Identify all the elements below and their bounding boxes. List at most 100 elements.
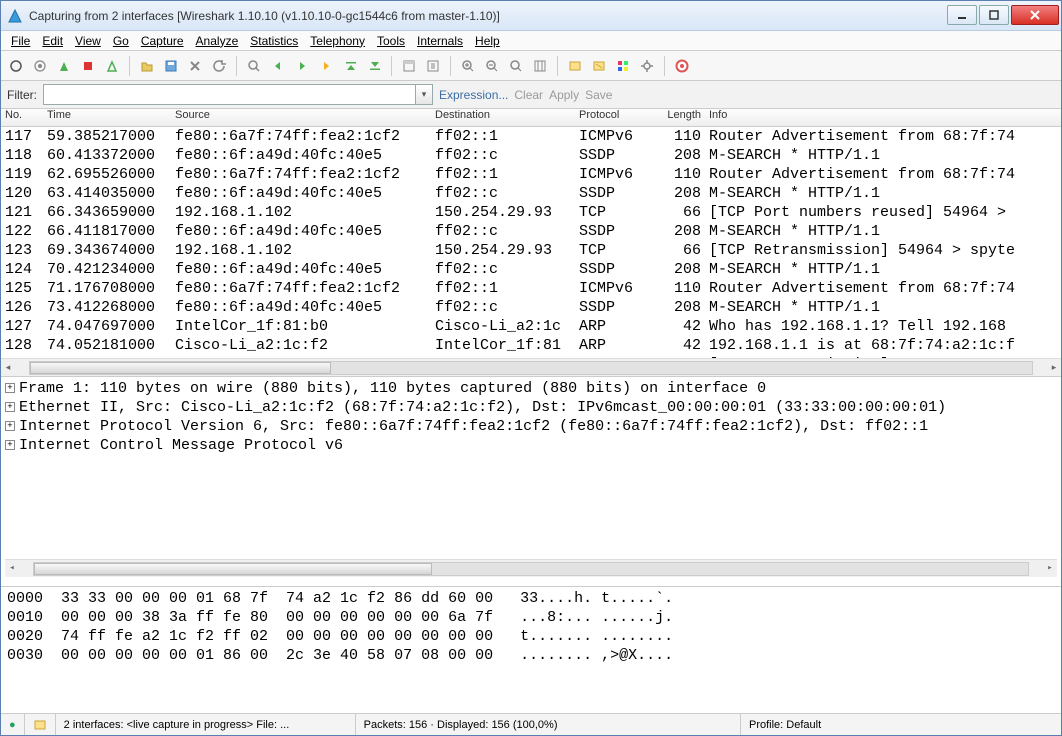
close-file-icon[interactable]	[184, 55, 206, 77]
scroll-track[interactable]	[33, 562, 1029, 576]
go-to-packet-icon[interactable]	[315, 55, 337, 77]
status-expert-icon[interactable]	[25, 714, 56, 735]
table-row[interactable]: 12571.176708000fe80::6a7f:74ff:fea2:1cf2…	[1, 279, 1061, 298]
expand-icon[interactable]: +	[5, 421, 15, 431]
scroll-left-icon[interactable]: ◂	[5, 562, 19, 576]
col-header-destination[interactable]: Destination	[431, 109, 575, 126]
table-row[interactable]: 11962.695526000fe80::6a7f:74ff:fea2:1cf2…	[1, 165, 1061, 184]
reload-file-icon[interactable]	[208, 55, 230, 77]
col-header-info[interactable]: Info	[705, 109, 1061, 126]
col-header-source[interactable]: Source	[171, 109, 431, 126]
zoom-100-icon[interactable]	[505, 55, 527, 77]
scroll-thumb[interactable]	[30, 362, 331, 374]
filter-save-button[interactable]: Save	[585, 88, 612, 102]
go-first-icon[interactable]	[339, 55, 361, 77]
expand-icon[interactable]: +	[5, 440, 15, 450]
cell-destination: ff02::1	[431, 279, 575, 298]
table-row[interactable]: 12063.414035000fe80::6f:a49d:40fc:40e5ff…	[1, 184, 1061, 203]
table-row[interactable]: 12470.421234000fe80::6f:a49d:40fc:40e5ff…	[1, 260, 1061, 279]
find-icon[interactable]	[243, 55, 265, 77]
cell-no: 128	[1, 336, 43, 355]
table-row[interactable]: 12673.412268000fe80::6f:a49d:40fc:40e5ff…	[1, 298, 1061, 317]
filter-input[interactable]	[43, 84, 415, 105]
col-header-length[interactable]: Length	[649, 109, 705, 126]
expand-icon[interactable]: +	[5, 383, 15, 393]
menu-edit[interactable]: Edit	[36, 34, 69, 48]
filter-dropdown-button[interactable]: ▾	[415, 84, 433, 105]
cell-time: 71.176708000	[43, 279, 171, 298]
capture-filters-icon[interactable]	[564, 55, 586, 77]
packet-list-body[interactable]: 11759.385217000fe80::6a7f:74ff:fea2:1cf2…	[1, 127, 1061, 358]
filter-apply-button[interactable]: Apply	[549, 88, 579, 102]
packet-list-scrollbar[interactable]: ◂ ▸	[1, 358, 1061, 376]
menu-file[interactable]: File	[5, 34, 36, 48]
table-row[interactable]: 11860.413372000fe80::6f:a49d:40fc:40e5ff…	[1, 146, 1061, 165]
filter-clear-button[interactable]: Clear	[514, 88, 543, 102]
auto-scroll-icon[interactable]	[422, 55, 444, 77]
go-forward-icon[interactable]	[291, 55, 313, 77]
status-profile[interactable]: Profile: Default	[741, 714, 1061, 735]
scroll-left-icon[interactable]: ◂	[1, 361, 15, 375]
stop-capture-icon[interactable]	[77, 55, 99, 77]
cell-destination: IntelCor_1f:81	[431, 336, 575, 355]
scroll-track[interactable]	[29, 361, 1033, 375]
menu-tools[interactable]: Tools	[371, 34, 411, 48]
cell-no: 123	[1, 241, 43, 260]
display-filters-icon[interactable]	[588, 55, 610, 77]
colorize-icon[interactable]	[398, 55, 420, 77]
col-header-no[interactable]: No.	[1, 109, 43, 126]
menu-view[interactable]: View	[69, 34, 107, 48]
filter-expression-button[interactable]: Expression...	[439, 88, 508, 102]
table-row[interactable]: 12874.052181000Cisco-Li_a2:1c:f2IntelCor…	[1, 336, 1061, 355]
details-row[interactable]: +Internet Control Message Protocol v6	[5, 436, 1057, 455]
table-row[interactable]: 12369.343674000192.168.1.102150.254.29.9…	[1, 241, 1061, 260]
interfaces-icon[interactable]	[5, 55, 27, 77]
menu-internals[interactable]: Internals	[411, 34, 469, 48]
preferences-icon[interactable]	[636, 55, 658, 77]
help-icon[interactable]	[671, 55, 693, 77]
col-header-time[interactable]: Time	[43, 109, 171, 126]
options-icon[interactable]	[29, 55, 51, 77]
go-last-icon[interactable]	[363, 55, 385, 77]
open-file-icon[interactable]	[136, 55, 158, 77]
restart-capture-icon[interactable]	[101, 55, 123, 77]
save-file-icon[interactable]	[160, 55, 182, 77]
packet-details-pane[interactable]: +Frame 1: 110 bytes on wire (880 bits), …	[1, 377, 1061, 587]
zoom-out-icon[interactable]	[481, 55, 503, 77]
table-row[interactable]: 12166.343659000192.168.1.102150.254.29.9…	[1, 203, 1061, 222]
menu-go[interactable]: Go	[107, 34, 135, 48]
scroll-right-icon[interactable]: ▸	[1043, 562, 1057, 576]
expand-icon[interactable]: +	[5, 402, 15, 412]
coloring-rules-icon[interactable]	[612, 55, 634, 77]
details-row[interactable]: +Frame 1: 110 bytes on wire (880 bits), …	[5, 379, 1057, 398]
close-button[interactable]	[1011, 5, 1059, 25]
cell-protocol: ARP	[575, 317, 649, 336]
table-row[interactable]: 12266.411817000fe80::6f:a49d:40fc:40e5ff…	[1, 222, 1061, 241]
col-header-protocol[interactable]: Protocol	[575, 109, 649, 126]
go-back-icon[interactable]	[267, 55, 289, 77]
menu-analyze[interactable]: Analyze	[190, 34, 245, 48]
zoom-in-icon[interactable]	[457, 55, 479, 77]
menu-capture[interactable]: Capture	[135, 34, 190, 48]
maximize-button[interactable]	[979, 5, 1009, 25]
start-capture-icon[interactable]	[53, 55, 75, 77]
resize-columns-icon[interactable]	[529, 55, 551, 77]
details-scrollbar[interactable]: ◂ ▸	[5, 559, 1057, 577]
cell-length: 110	[649, 165, 705, 184]
details-row[interactable]: +Ethernet II, Src: Cisco-Li_a2:1c:f2 (68…	[5, 398, 1057, 417]
details-row[interactable]: +Internet Protocol Version 6, Src: fe80:…	[5, 417, 1057, 436]
window-title: Capturing from 2 interfaces [Wireshark 1…	[29, 9, 945, 23]
cell-info: M-SEARCH * HTTP/1.1	[705, 298, 1061, 317]
menu-help[interactable]: Help	[469, 34, 506, 48]
menu-telephony[interactable]: Telephony	[304, 34, 371, 48]
menu-statistics[interactable]: Statistics	[244, 34, 304, 48]
cell-source: fe80::6a7f:74ff:fea2:1cf2	[171, 127, 431, 146]
table-row[interactable]: 11759.385217000fe80::6a7f:74ff:fea2:1cf2…	[1, 127, 1061, 146]
cell-destination: ff02::c	[431, 146, 575, 165]
cell-info: Router Advertisement from 68:7f:74	[705, 165, 1061, 184]
table-row[interactable]: 12774.047697000IntelCor_1f:81:b0Cisco-Li…	[1, 317, 1061, 336]
minimize-button[interactable]	[947, 5, 977, 25]
scroll-right-icon[interactable]: ▸	[1047, 361, 1061, 375]
scroll-thumb[interactable]	[34, 563, 432, 575]
packet-bytes-pane[interactable]: 0000 33 33 00 00 00 01 68 7f 74 a2 1c f2…	[1, 587, 1061, 713]
